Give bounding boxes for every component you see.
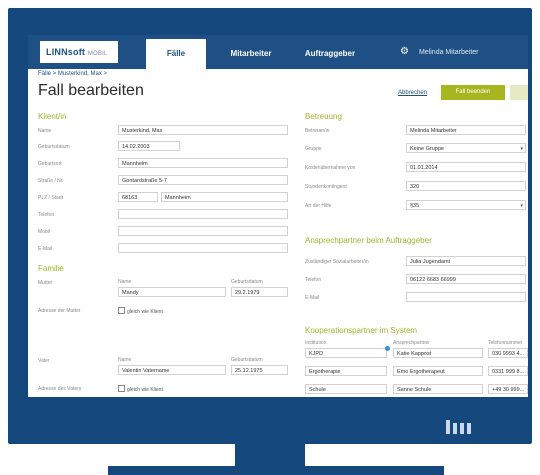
art-select[interactable]: §35 ▾: [406, 200, 526, 210]
label-birthdate: Geburtsdatum: [38, 144, 70, 150]
page-title: Fall bearbeiten: [38, 82, 144, 99]
label-sozialarbeiter: Zuständiger Sozialarbeiter/in: [305, 259, 369, 265]
koop-institution-field[interactable]: Ergotherapie: [305, 366, 387, 376]
koop-phone-field[interactable]: 030 9993 4...: [488, 348, 528, 358]
label-stundenkontingent: Stundenkontingent: [305, 184, 347, 190]
label-father-name: Name: [118, 357, 132, 363]
label-email: E-Mail: [38, 246, 53, 252]
user-menu[interactable]: ⚙ Melinda Mitarbeiter: [400, 35, 479, 69]
label-gruppe: Gruppe: [305, 146, 322, 152]
breadcrumb[interactable]: Fälle > Musterkind, Max >: [38, 71, 107, 77]
koop-institution-field[interactable]: KJPD: [305, 348, 387, 358]
label-father: Vater: [38, 358, 50, 364]
label-birthplace: Geburtsort: [38, 161, 62, 167]
logo-text: LINNsoft: [46, 47, 86, 57]
birthplace-field[interactable]: Mannheim: [118, 158, 288, 168]
betreuer-field[interactable]: Melinda Mitarbeiter: [406, 125, 526, 135]
koop-phone-field[interactable]: 0331 999 8...: [488, 366, 528, 376]
section-kooperation-heading: Kooperationspartner im System: [305, 326, 418, 335]
monitor-stand-base: [108, 466, 444, 475]
label-mother: Mutter: [38, 280, 53, 286]
label-mother-address: Adresse der Mutter: [38, 308, 81, 314]
checkbox-label: gleich wie Klient: [127, 387, 163, 393]
gear-icon[interactable]: ⚙: [400, 35, 409, 69]
label-name: Name: [38, 128, 52, 134]
section-familie-heading: Familie: [38, 264, 64, 273]
col-header-institution: Institution: [305, 340, 327, 346]
mobile-field[interactable]: [118, 226, 288, 236]
label-ap-telefon: Telefon: [305, 277, 322, 283]
gruppe-value: Keine Gruppe: [410, 146, 444, 152]
label-betreuer: Betreuer/in: [305, 128, 330, 134]
sozialarbeiter-field[interactable]: Julia Jugendamt: [406, 256, 526, 266]
zip-field[interactable]: 68163: [118, 192, 158, 202]
mother-same-address-checkbox[interactable]: gleich wie Klient: [118, 307, 163, 315]
tab-faelle[interactable]: Fälle: [146, 39, 206, 69]
top-navigation-bar: LINNsoft MOBIL Fälle Mitarbeiter Auftrag…: [28, 35, 528, 69]
chevron-down-icon: ▾: [520, 203, 523, 209]
label-phone: Telefon: [38, 212, 55, 218]
label-father-birth: Geburtsdatum: [231, 357, 263, 363]
koop-phone-field[interactable]: +49 30 999...: [488, 384, 528, 394]
label-mobile: Mobil: [38, 229, 50, 235]
father-same-address-checkbox[interactable]: gleich wie Klient: [118, 385, 163, 393]
monitor-stand-neck: [235, 444, 305, 468]
section-ansprechpartner-heading: Ansprechpartner beim Auftraggeber: [305, 236, 432, 245]
col-header-contact: Ansprechpartner: [393, 340, 430, 346]
col-header-phone: Telefonnummer: [488, 340, 523, 346]
finish-case-button[interactable]: Fall beenden: [441, 85, 505, 100]
ap-email-field[interactable]: [406, 292, 526, 302]
father-birth-field[interactable]: 25.12.1975: [231, 365, 288, 375]
phone-field[interactable]: [118, 209, 288, 219]
checkbox-icon[interactable]: [118, 385, 125, 392]
city-field[interactable]: Mannheim: [161, 192, 288, 202]
app-screen: LINNsoft MOBIL Fälle Mitarbeiter Auftrag…: [28, 35, 528, 397]
ap-telefon-field[interactable]: 06122 6683 66999: [406, 274, 526, 284]
gruppe-select[interactable]: Keine Gruppe ▾: [406, 143, 526, 153]
street-field[interactable]: Gontardstraße 5-7: [118, 175, 288, 185]
checkbox-icon[interactable]: [118, 307, 125, 314]
info-dot-icon[interactable]: [385, 346, 390, 351]
label-mother-birth: Geburtsdatum: [231, 279, 263, 285]
checkbox-label: gleich wie Klient: [127, 309, 163, 315]
art-value: §35: [410, 203, 420, 209]
label-art-der-hilfe: Art der Hilfe: [305, 203, 332, 209]
birthdate-field[interactable]: 14.02.2003: [118, 141, 180, 151]
koop-contact-field[interactable]: Katie Kappost: [393, 348, 483, 358]
tab-auftraggeber[interactable]: Auftraggeber: [290, 39, 370, 69]
mother-birth-field[interactable]: 29.2.1979: [231, 287, 288, 297]
label-street: Straße / Nr.: [38, 178, 64, 184]
name-field[interactable]: Musterkind, Max: [118, 125, 288, 135]
section-betreuung-heading: Betreuung: [305, 112, 342, 121]
mother-name-field[interactable]: Mandy: [118, 287, 226, 297]
save-button[interactable]: [510, 85, 528, 100]
label-zip-city: PLZ / Stadt: [38, 195, 64, 201]
app-logo[interactable]: LINNsoft MOBIL: [40, 41, 118, 63]
section-klient-heading: Klient/in: [38, 112, 67, 121]
chevron-down-icon: ▾: [520, 146, 523, 152]
logo-subtext: MOBIL: [87, 51, 108, 57]
koop-contact-field[interactable]: Sanne Schule: [393, 384, 483, 394]
label-father-address: Adresse des Vaters: [38, 386, 82, 392]
father-name-field[interactable]: Valentin Vatername: [118, 365, 226, 375]
stunden-field[interactable]: 320: [406, 181, 526, 191]
tab-mitarbeiter[interactable]: Mitarbeiter: [216, 39, 286, 69]
label-mother-name: Name: [118, 279, 132, 285]
koop-contact-field[interactable]: Emo Ergotherapeut: [393, 366, 483, 376]
label-ap-email: E-Mail: [305, 295, 320, 301]
email-field[interactable]: [118, 243, 288, 253]
koop-institution-field[interactable]: Schule: [305, 384, 387, 394]
kostenuebernahme-field[interactable]: 01.01.2014: [406, 162, 526, 172]
user-name: Melinda Mitarbeiter: [418, 49, 479, 56]
monitor-brand-icon: [446, 420, 471, 434]
cancel-link[interactable]: Abbrechen: [398, 90, 427, 96]
label-kostenuebernahme: Kostenübernahme von: [305, 165, 356, 171]
